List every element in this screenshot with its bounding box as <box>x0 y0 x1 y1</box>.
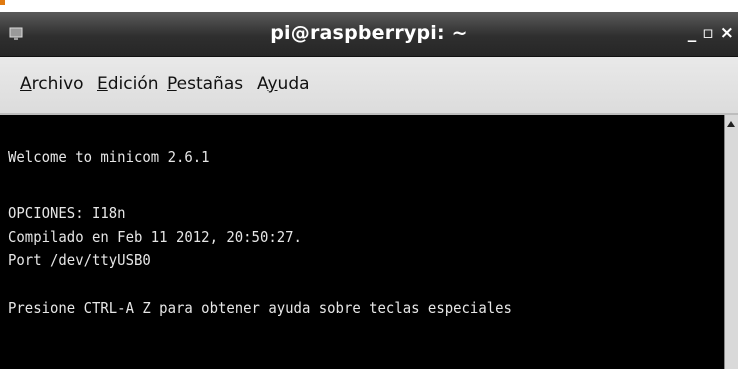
terminal-line: Compilado en Feb 11 2012, 20:50:27. <box>8 228 302 246</box>
scroll-up-icon[interactable] <box>727 121 735 127</box>
menu-item-edicion[interactable]: Edición <box>97 74 159 94</box>
menu-item-ayuda[interactable]: Ayuda <box>257 74 310 94</box>
terminal-scrollbar[interactable] <box>724 115 738 369</box>
menu-mnemonic: y <box>267 74 278 94</box>
terminal-line: Port /dev/ttyUSB0 <box>8 251 151 269</box>
close-icon[interactable]: × <box>720 23 734 43</box>
desktop-strip <box>0 0 738 12</box>
menu-item-pestanas[interactable]: Pestañas <box>167 74 243 94</box>
maximize-icon[interactable]: ▫ <box>702 23 714 43</box>
title-bar[interactable]: pi@raspberrypi: ~ _ ▫ × <box>0 12 738 57</box>
window-controls: _ ▫ × <box>682 23 734 43</box>
menu-mnemonic: A <box>20 74 32 94</box>
menu-mnemonic: P <box>167 74 177 94</box>
window-title: pi@raspberrypi: ~ <box>270 22 468 44</box>
minimize-icon[interactable]: _ <box>688 23 697 43</box>
terminal-line: Presione CTRL-A Z para obtener ayuda sob… <box>8 299 512 317</box>
terminal-line: OPCIONES: I18n <box>8 204 126 222</box>
terminal-window: pi@raspberrypi: ~ _ ▫ × Archivo Edición Pe… <box>0 0 738 369</box>
desktop-marker <box>0 0 5 5</box>
menu-bar: Archivo Edición Pestañas Ayuda <box>0 57 738 115</box>
terminal-line: Welcome to minicom 2.6.1 <box>8 148 210 166</box>
menu-mnemonic: E <box>97 74 108 94</box>
terminal-output[interactable]: Welcome to minicom 2.6.1 OPCIONES: I18n … <box>0 115 725 369</box>
menu-item-archivo[interactable]: Archivo <box>20 74 84 94</box>
